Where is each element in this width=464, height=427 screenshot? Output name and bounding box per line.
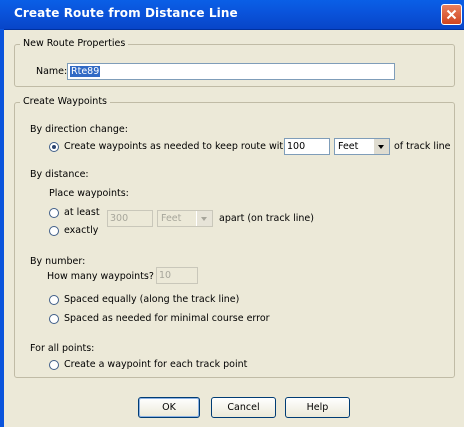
how-many-label: How many waypoints?: [47, 271, 154, 282]
route-name-input[interactable]: Rte89: [67, 63, 395, 80]
ok-button[interactable]: OK: [138, 397, 200, 418]
new-route-properties-legend: New Route Properties: [20, 38, 129, 50]
direction-distance-value: 100: [287, 141, 306, 152]
direction-change-radio[interactable]: [49, 142, 59, 152]
distance-unit-value: Feet: [161, 213, 182, 224]
direction-distance-input[interactable]: 100: [284, 138, 330, 155]
spaced-equally-label[interactable]: Spaced equally (along the track line): [64, 294, 239, 306]
at-least-label[interactable]: at least: [64, 207, 100, 219]
direction-change-option-label[interactable]: Create waypoints as needed to keep route…: [64, 141, 298, 153]
direction-change-heading: By direction change:: [30, 124, 128, 135]
exactly-label[interactable]: exactly: [64, 225, 98, 237]
close-icon: [446, 9, 457, 20]
distance-value: 300: [110, 213, 129, 224]
title-bar[interactable]: Create Route from Distance Line: [0, 0, 464, 30]
number-heading: By number:: [30, 256, 86, 267]
direction-unit-select[interactable]: Feet: [334, 138, 390, 155]
place-waypoints-label: Place waypoints:: [49, 188, 129, 199]
distance-suffix-label: apart (on track line): [219, 213, 314, 224]
spaced-needed-label[interactable]: Spaced as needed for minimal course erro…: [64, 313, 270, 325]
spaced-needed-radio[interactable]: [49, 314, 59, 324]
cancel-button[interactable]: Cancel: [211, 397, 276, 418]
chevron-down-icon[interactable]: [196, 211, 212, 226]
name-label: Name:: [36, 66, 68, 77]
exactly-radio[interactable]: [49, 226, 59, 236]
create-waypoints-legend: Create Waypoints: [20, 96, 110, 108]
window-frame-left: [0, 29, 4, 427]
each-track-point-radio[interactable]: [49, 360, 59, 370]
distance-value-input[interactable]: 300: [107, 210, 153, 227]
chevron-down-icon[interactable]: [373, 139, 389, 154]
window-title: Create Route from Distance Line: [14, 6, 238, 20]
at-least-radio[interactable]: [49, 208, 59, 218]
help-button[interactable]: Help: [285, 397, 350, 418]
close-button[interactable]: [441, 4, 462, 25]
route-name-value: Rte89: [70, 66, 101, 77]
each-track-point-label[interactable]: Create a waypoint for each track point: [64, 359, 247, 371]
spaced-equally-radio[interactable]: [49, 295, 59, 305]
distance-unit-select[interactable]: Feet: [157, 210, 213, 227]
distance-heading: By distance:: [30, 169, 89, 180]
waypoint-count-input[interactable]: 10: [156, 267, 198, 284]
direction-suffix-label: of track line: [394, 141, 451, 152]
direction-unit-value: Feet: [338, 141, 359, 152]
waypoint-count-value: 10: [159, 270, 172, 281]
all-points-heading: For all points:: [30, 343, 95, 354]
